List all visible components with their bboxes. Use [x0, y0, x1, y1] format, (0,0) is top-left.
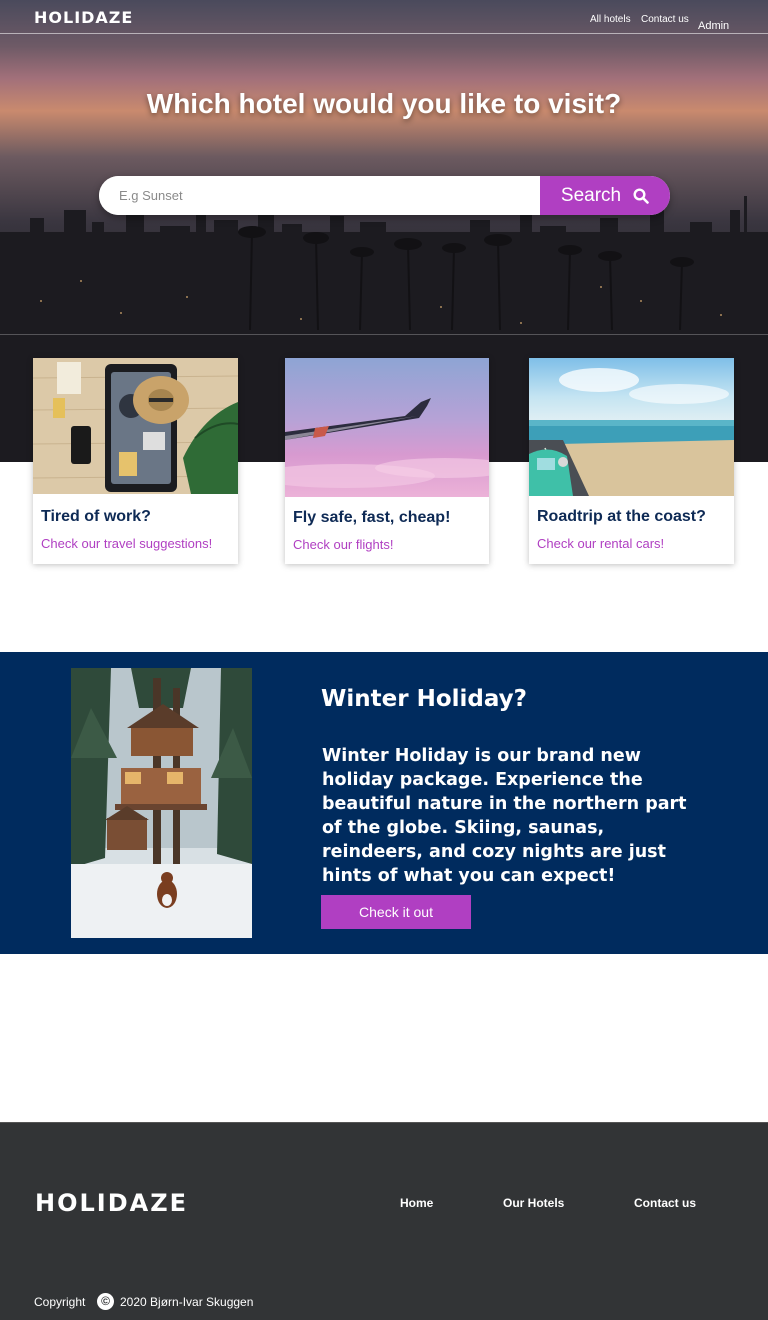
search-button[interactable]: Search: [540, 176, 670, 215]
nav-link-admin[interactable]: Admin: [698, 20, 729, 32]
holidaze-logo[interactable]: HOLIDAZE: [34, 8, 133, 27]
copyright-icon: ©: [97, 1293, 114, 1310]
packed-suitcase-image: [33, 358, 238, 494]
winter-holiday-section: Winter Holiday? Winter Holiday is our br…: [0, 652, 768, 954]
rental-cars-link[interactable]: Check our rental cars!: [537, 536, 664, 551]
coastal-road-image: [529, 358, 734, 496]
rental-cars-card[interactable]: Roadtrip at the coast? Check our rental …: [529, 358, 734, 564]
site-footer: HOLIDAZE Home Our Hotels Contact us Copy…: [0, 1122, 768, 1320]
winter-holiday-description: Winter Holiday is our brand new holiday …: [322, 746, 687, 886]
card-title: Fly safe, fast, cheap!: [293, 509, 451, 526]
footer-link-home[interactable]: Home: [400, 1196, 433, 1210]
copyright-text: 2020 Bjørn-Ivar Skuggen: [120, 1295, 254, 1309]
search-button-label: Search: [560, 184, 622, 206]
check-it-out-button[interactable]: Check it out: [321, 895, 471, 929]
winter-holiday-title: Winter Holiday?: [321, 686, 528, 712]
footer-link-contact-us[interactable]: Contact us: [634, 1196, 696, 1210]
flights-card[interactable]: Fly safe, fast, cheap! Check our flights…: [285, 358, 489, 564]
travel-suggestions-link[interactable]: Check our travel suggestions!: [41, 536, 212, 551]
nav-link-contact-us[interactable]: Contact us: [641, 14, 689, 25]
treehouse-snow-image: [71, 668, 252, 938]
search-icon: [633, 187, 649, 204]
hotel-search-bar: Search: [99, 176, 670, 215]
flights-link[interactable]: Check our flights!: [293, 537, 393, 552]
footer-logo[interactable]: HOLIDAZE: [35, 1189, 188, 1217]
travel-suggestions-card[interactable]: Tired of work? Check our travel suggesti…: [33, 358, 238, 564]
card-title: Tired of work?: [41, 508, 151, 525]
copyright-label: Copyright: [34, 1295, 86, 1309]
top-navbar: HOLIDAZE All hotels Contact us Admin: [0, 0, 768, 34]
footer-link-our-hotels[interactable]: Our Hotels: [503, 1196, 564, 1210]
nav-link-all-hotels[interactable]: All hotels: [590, 14, 631, 25]
hero-title: Which hotel would you like to visit?: [146, 88, 622, 119]
airplane-wing-image: [285, 358, 489, 497]
card-title: Roadtrip at the coast?: [537, 508, 706, 525]
hotel-search-input[interactable]: [99, 176, 540, 215]
